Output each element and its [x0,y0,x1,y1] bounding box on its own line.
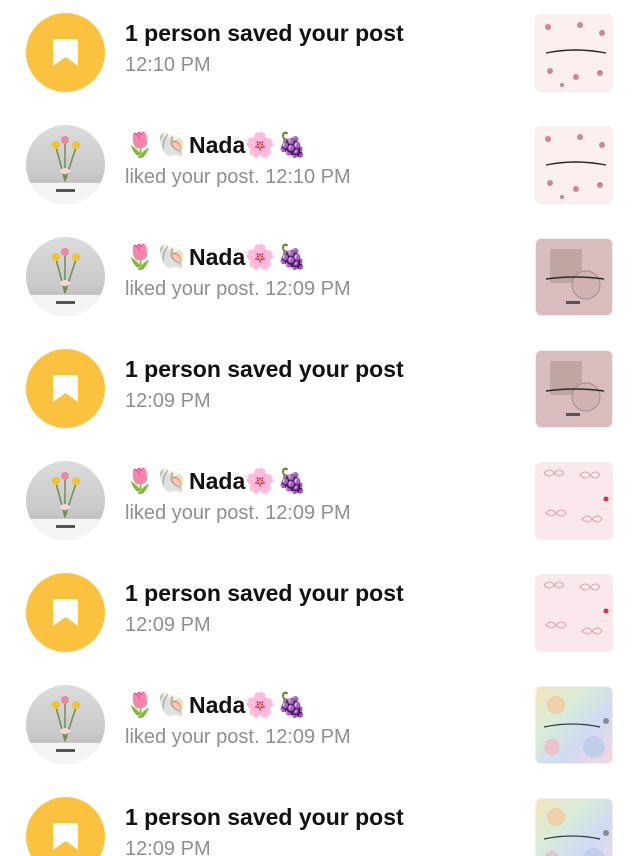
grapes-emoji: 🍇 [277,691,308,719]
shell-emoji: 🐚 [157,131,187,159]
user-line: 🌷 🐚 Nada 🌸 🍇 [125,690,515,720]
grapes-emoji: 🍇 [277,243,308,271]
notification-time: 12:09 PM [125,838,211,856]
notification-row[interactable]: 🌷 🐚 Nada 🌸 🍇 liked your post. 12:09 PM [0,224,640,336]
post-thumbnail[interactable] [535,574,613,652]
notification-action: liked your post. [125,166,260,188]
user-line: 🌷 🐚 Nada 🌸 🍇 [125,130,515,160]
post-thumbnail[interactable] [535,14,613,92]
notification-detail: liked your post. 12:09 PM [125,498,515,528]
notification-row[interactable]: 1 person saved your post 12:09 PM [0,560,640,672]
notification-detail: liked your post. 12:09 PM [125,722,515,752]
tulip-emoji: 🌷 [125,467,155,495]
grapes-emoji: 🍇 [277,467,308,495]
shell-emoji: 🐚 [157,467,187,495]
blossom-emoji: 🌸 [245,131,276,159]
user-name[interactable]: Nada [189,130,245,160]
notification-row[interactable]: 1 person saved your post 12:09 PM [0,784,640,856]
tulip-emoji: 🌷 [125,243,155,271]
notification-action: liked your post. [125,502,260,524]
bookmark-icon [26,349,105,428]
notification-row[interactable]: 1 person saved your post 12:09 PM [0,336,640,448]
notification-time: 12:09 PM [265,278,351,300]
grapes-emoji: 🍇 [277,131,308,159]
notification-title: 1 person saved your post [125,804,404,830]
notification-detail: liked your post. 12:09 PM [125,274,515,304]
notification-detail: liked your post. 12:10 PM [125,162,515,192]
notification-row[interactable]: 1 person saved your post 12:10 PM [0,0,640,112]
notification-row[interactable]: 🌷 🐚 Nada 🌸 🍇 liked your post. 12:10 PM [0,112,640,224]
notification-row[interactable]: 🌷 🐚 Nada 🌸 🍇 liked your post. 12:09 PM [0,448,640,560]
user-line: 🌷 🐚 Nada 🌸 🍇 [125,242,515,272]
notification-time: 12:09 PM [265,502,351,524]
notification-time: 12:10 PM [265,166,351,188]
blossom-emoji: 🌸 [245,243,276,271]
bookmark-icon [26,13,105,92]
post-thumbnail[interactable] [535,238,613,316]
blossom-emoji: 🌸 [245,467,276,495]
bookmark-icon [26,573,105,652]
user-avatar[interactable] [26,125,105,204]
shell-emoji: 🐚 [157,243,187,271]
post-thumbnail[interactable] [535,686,613,764]
tulip-emoji: 🌷 [125,691,155,719]
notification-action: liked your post. [125,278,260,300]
blossom-emoji: 🌸 [245,691,276,719]
post-thumbnail[interactable] [535,350,613,428]
user-name[interactable]: Nada [189,466,245,496]
user-line: 🌷 🐚 Nada 🌸 🍇 [125,466,515,496]
notification-row[interactable]: 🌷 🐚 Nada 🌸 🍇 liked your post. 12:09 PM [0,672,640,784]
notification-time: 12:09 PM [125,390,211,412]
post-thumbnail[interactable] [535,126,613,204]
notification-action: liked your post. [125,726,260,748]
notification-time: 12:10 PM [125,54,211,76]
post-thumbnail[interactable] [535,462,613,540]
notification-title: 1 person saved your post [125,356,404,382]
shell-emoji: 🐚 [157,691,187,719]
post-thumbnail[interactable] [535,798,613,856]
user-avatar[interactable] [26,237,105,316]
bookmark-icon [26,797,105,856]
user-name[interactable]: Nada [189,242,245,272]
user-avatar[interactable] [26,685,105,764]
user-name[interactable]: Nada [189,690,245,720]
notification-time: 12:09 PM [125,614,211,636]
tulip-emoji: 🌷 [125,131,155,159]
notification-title: 1 person saved your post [125,580,404,606]
user-avatar[interactable] [26,461,105,540]
notification-time: 12:09 PM [265,726,351,748]
notification-title: 1 person saved your post [125,20,404,46]
notification-list: 1 person saved your post 12:10 PM 🌷 🐚 Na… [0,0,640,856]
